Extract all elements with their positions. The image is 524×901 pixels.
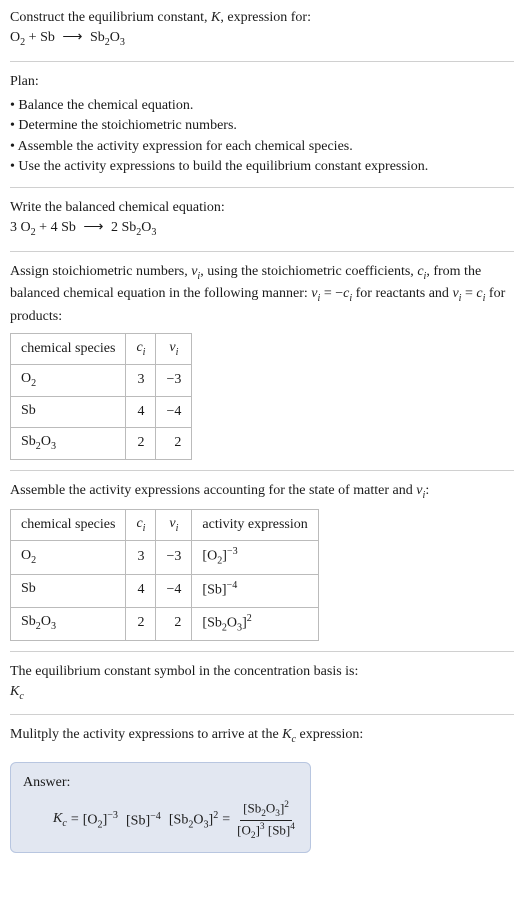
plan-item: Use the activity expressions to build th… — [10, 157, 514, 177]
col-nu: νi — [156, 334, 192, 365]
multiply-block: Mulitply the activity expressions to arr… — [10, 725, 514, 749]
species-Sb2O3: Sb2O3 — [90, 30, 125, 45]
col-nu: νi — [156, 510, 192, 541]
answer-box: Answer: Kc = [O2]−3 [Sb]−4 [Sb2O3]2 = [S… — [10, 762, 311, 853]
cell-nu: 2 — [156, 607, 192, 640]
coef: 2 — [111, 220, 122, 235]
cell-nu: 2 — [156, 428, 192, 459]
cell-nu: −4 — [156, 574, 192, 607]
plan-list: Balance the chemical equation. Determine… — [10, 96, 514, 177]
plus: + — [36, 220, 51, 235]
cell-nu: −3 — [156, 365, 192, 396]
k-symbol-block: The equilibrium constant symbol in the c… — [10, 662, 514, 716]
cell-species: Sb2O3 — [11, 607, 126, 640]
fraction-numerator: [Sb2O3]2 — [240, 799, 292, 821]
table-row: O2 3 −3 — [11, 365, 192, 396]
cell-ci: 4 — [126, 574, 156, 607]
Kc: Kc — [53, 809, 67, 831]
table-row: O2 3 −3 [O2]−3 — [11, 541, 319, 574]
col-ci: ci — [126, 334, 156, 365]
activity-table: chemical species ci νi activity expressi… — [10, 509, 319, 641]
col-activity: activity expression — [192, 510, 318, 541]
balanced-equation: 3 O2 + 4 Sb ⟶ 2 Sb2O3 — [10, 218, 514, 240]
cell-nu: −4 — [156, 396, 192, 427]
reaction-arrow-icon: ⟶ — [79, 218, 107, 238]
species-Sb: Sb — [61, 220, 76, 235]
stoich-text: Assign stoichiometric numbers, νi, using… — [10, 262, 514, 327]
reaction-arrow-icon: ⟶ — [58, 28, 86, 48]
species-Sb: Sb — [40, 30, 55, 45]
unbalanced-equation: O2 + Sb ⟶ Sb2O3 — [10, 28, 514, 50]
coef: 3 — [10, 220, 21, 235]
col-species: chemical species — [11, 334, 126, 365]
cell-species: Sb2O3 — [11, 428, 126, 459]
plan-item: Assemble the activity expression for eac… — [10, 137, 514, 157]
cell-species: O2 — [11, 365, 126, 396]
question-line1: Construct the equilibrium constant, K, e… — [10, 8, 514, 28]
balanced-heading: Write the balanced chemical equation: — [10, 198, 514, 218]
activity-text: Assemble the activity expressions accoun… — [10, 481, 514, 503]
cell-ci: 3 — [126, 365, 156, 396]
species-O2: O2 — [10, 30, 25, 45]
cell-activity: [Sb]−4 — [192, 574, 318, 607]
table-row: Sb 4 −4 — [11, 396, 192, 427]
q-text-b: , expression for: — [220, 10, 311, 25]
cell-activity: [Sb2O3]2 — [192, 607, 318, 640]
table-header-row: chemical species ci νi — [11, 334, 192, 365]
cell-nu: −3 — [156, 541, 192, 574]
plan-block: Plan: Balance the chemical equation. Det… — [10, 72, 514, 188]
species-Sb2O3: Sb2O3 — [121, 220, 156, 235]
plan-item: Balance the chemical equation. — [10, 96, 514, 116]
cell-ci: 2 — [126, 428, 156, 459]
col-ci: ci — [126, 510, 156, 541]
table-row: Sb2O3 2 2 — [11, 428, 192, 459]
answer-equation: Kc = [O2]−3 [Sb]−4 [Sb2O3]2 = [Sb2O3]2 [… — [23, 799, 298, 842]
species-O2: O2 — [21, 220, 36, 235]
plus: + — [25, 30, 40, 45]
answer-label: Answer: — [23, 773, 298, 793]
cell-species: Sb — [11, 574, 126, 607]
cell-species: O2 — [11, 541, 126, 574]
cell-species: Sb — [11, 396, 126, 427]
coef: 4 — [51, 220, 62, 235]
plan-heading: Plan: — [10, 72, 514, 92]
cell-ci: 3 — [126, 541, 156, 574]
stoich-block: Assign stoichiometric numbers, νi, using… — [10, 262, 514, 471]
K-symbol: K — [211, 10, 220, 25]
term-Sb2O3: [Sb2O3]2 — [169, 809, 218, 833]
table-header-row: chemical species ci νi activity expressi… — [11, 510, 319, 541]
q-text-a: Construct the equilibrium constant, — [10, 10, 211, 25]
term-Sb: [Sb]−4 — [126, 810, 161, 832]
cell-ci: 2 — [126, 607, 156, 640]
activity-block: Assemble the activity expressions accoun… — [10, 481, 514, 652]
equals: = — [71, 810, 79, 830]
table-row: Sb2O3 2 2 [Sb2O3]2 — [11, 607, 319, 640]
cell-activity: [O2]−3 — [192, 541, 318, 574]
fraction: [Sb2O3]2 [O2]3 [Sb]4 — [234, 799, 298, 842]
table-row: Sb 4 −4 [Sb]−4 — [11, 574, 319, 607]
k-symbol-text: The equilibrium constant symbol in the c… — [10, 662, 514, 682]
cell-ci: 4 — [126, 396, 156, 427]
balanced-block: Write the balanced chemical equation: 3 … — [10, 198, 514, 252]
k-symbol: Kc — [10, 682, 514, 704]
fraction-denominator: [O2]3 [Sb]4 — [234, 821, 298, 842]
stoich-table: chemical species ci νi O2 3 −3 Sb 4 −4 S… — [10, 333, 192, 460]
plan-item: Determine the stoichiometric numbers. — [10, 116, 514, 136]
question-block: Construct the equilibrium constant, K, e… — [10, 8, 514, 62]
term-O2: [O2]−3 — [83, 809, 118, 833]
col-species: chemical species — [11, 510, 126, 541]
equals: = — [222, 810, 230, 830]
